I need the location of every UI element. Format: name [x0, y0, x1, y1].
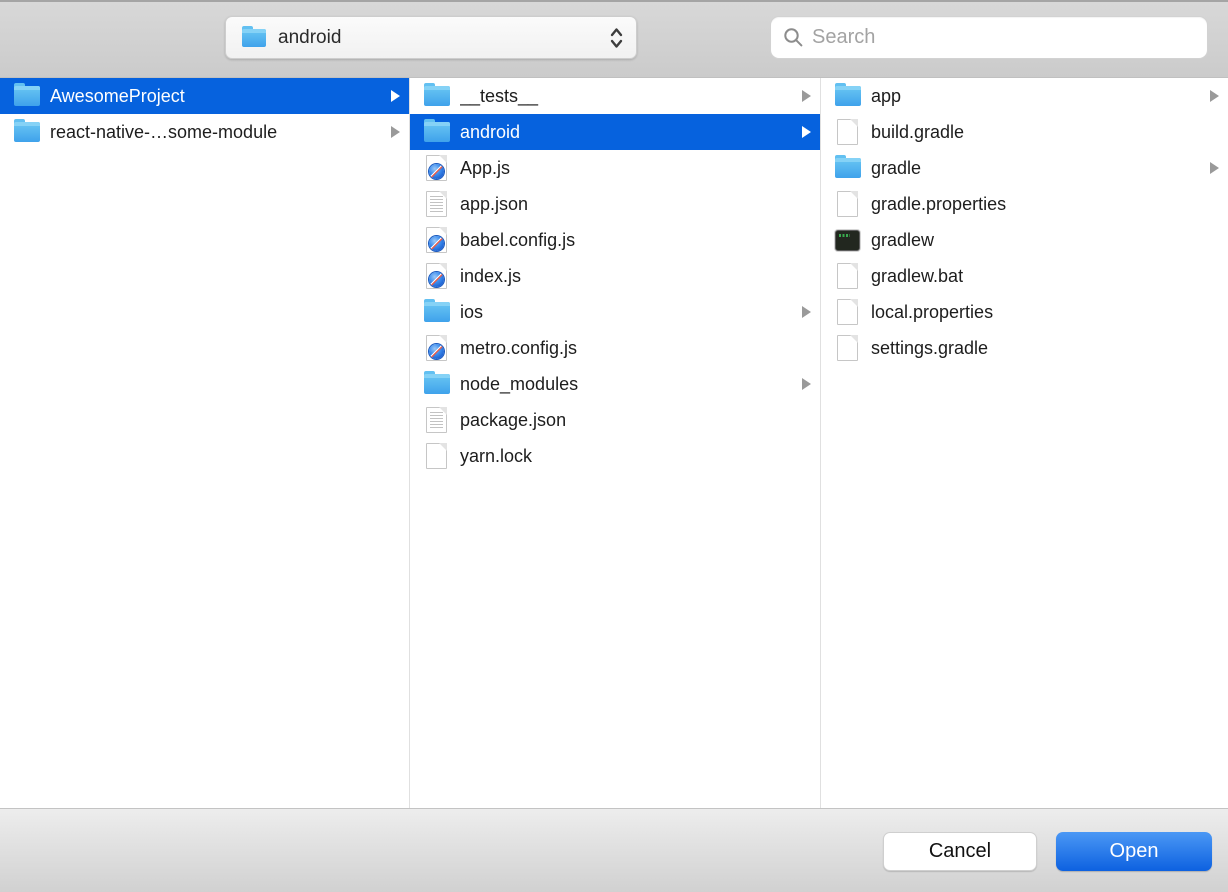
list-item[interactable]: gradle.properties: [821, 186, 1228, 222]
file-name-label: local.properties: [871, 302, 1219, 323]
file-name-label: App.js: [460, 158, 811, 179]
file-name-label: AwesomeProject: [50, 86, 385, 107]
disclosure-triangle-icon: [1210, 162, 1219, 174]
doc-text-icon: [423, 406, 450, 434]
disclosure-triangle-icon: [802, 126, 811, 138]
list-item[interactable]: gradlew.bat: [821, 258, 1228, 294]
file-name-label: gradlew: [871, 230, 1219, 251]
list-item[interactable]: __tests__: [410, 78, 820, 114]
folder-icon: [423, 82, 450, 110]
folder-icon: [240, 24, 267, 52]
list-item[interactable]: App.js: [410, 150, 820, 186]
folder-icon: [423, 370, 450, 398]
doc-text-icon: [423, 190, 450, 218]
file-name-label: app.json: [460, 194, 811, 215]
list-item[interactable]: AwesomeProject: [0, 78, 409, 114]
open-button[interactable]: Open: [1056, 832, 1212, 871]
file-name-label: gradle: [871, 158, 1204, 179]
file-name-label: __tests__: [460, 86, 796, 107]
list-item[interactable]: app.json: [410, 186, 820, 222]
js-icon: [423, 154, 450, 182]
chevron-up-down-icon: [609, 26, 624, 50]
file-name-label: index.js: [460, 266, 811, 287]
doc-blank-icon: [423, 442, 450, 470]
doc-blank-icon: [834, 334, 861, 362]
list-item[interactable]: build.gradle: [821, 114, 1228, 150]
file-name-label: ios: [460, 302, 796, 323]
list-item[interactable]: app: [821, 78, 1228, 114]
search-input[interactable]: [812, 26, 1195, 49]
list-item[interactable]: babel.config.js: [410, 222, 820, 258]
folder-icon: [13, 82, 40, 110]
list-item[interactable]: react-native-…some-module: [0, 114, 409, 150]
search-icon: [783, 27, 804, 48]
disclosure-triangle-icon: [391, 90, 400, 102]
column-browser: AwesomeProjectreact-native-…some-module …: [0, 78, 1228, 808]
dialog-footer: Cancel Open: [0, 808, 1228, 892]
list-item[interactable]: local.properties: [821, 294, 1228, 330]
file-name-label: babel.config.js: [460, 230, 811, 251]
folder-icon: [423, 298, 450, 326]
dialog-toolbar: android: [0, 0, 1228, 78]
file-column-1: AwesomeProject react-native-…some-module: [0, 78, 410, 808]
disclosure-triangle-icon: [1210, 90, 1219, 102]
file-name-label: app: [871, 86, 1204, 107]
doc-blank-icon: [834, 262, 861, 290]
file-name-label: gradlew.bat: [871, 266, 1219, 287]
list-item[interactable]: node_modules: [410, 366, 820, 402]
file-column-3: app build.gradle gradle gradle.properties gr…: [821, 78, 1228, 808]
doc-blank-icon: [834, 118, 861, 146]
disclosure-triangle-icon: [802, 306, 811, 318]
js-icon: [423, 226, 450, 254]
current-folder-label: android: [278, 27, 609, 49]
list-item[interactable]: ios: [410, 294, 820, 330]
open-file-dialog: android AwesomeProject react-native-…some…: [0, 0, 1228, 892]
folder-icon: [423, 118, 450, 146]
js-icon: [423, 262, 450, 290]
doc-blank-icon: [834, 298, 861, 326]
list-item[interactable]: yarn.lock: [410, 438, 820, 474]
list-item[interactable]: gradlew: [821, 222, 1228, 258]
terminal-icon: [834, 226, 861, 254]
folder-icon: [13, 118, 40, 146]
folder-icon: [834, 82, 861, 110]
current-folder-dropdown[interactable]: android: [225, 16, 637, 59]
list-item[interactable]: settings.gradle: [821, 330, 1228, 366]
list-item[interactable]: index.js: [410, 258, 820, 294]
list-item[interactable]: package.json: [410, 402, 820, 438]
file-name-label: android: [460, 122, 796, 143]
file-name-label: node_modules: [460, 374, 796, 395]
file-name-label: package.json: [460, 410, 811, 431]
js-icon: [423, 334, 450, 362]
file-name-label: gradle.properties: [871, 194, 1219, 215]
file-name-label: metro.config.js: [460, 338, 811, 359]
disclosure-triangle-icon: [391, 126, 400, 138]
disclosure-triangle-icon: [802, 378, 811, 390]
doc-blank-icon: [834, 190, 861, 218]
disclosure-triangle-icon: [802, 90, 811, 102]
list-item[interactable]: metro.config.js: [410, 330, 820, 366]
search-field[interactable]: [770, 16, 1208, 59]
folder-icon: [834, 154, 861, 182]
file-name-label: react-native-…some-module: [50, 122, 385, 143]
list-item[interactable]: android: [410, 114, 820, 150]
file-column-2: __tests__android App.js app.json babel.conf…: [410, 78, 821, 808]
file-name-label: yarn.lock: [460, 446, 811, 467]
list-item[interactable]: gradle: [821, 150, 1228, 186]
file-name-label: build.gradle: [871, 122, 1219, 143]
file-name-label: settings.gradle: [871, 338, 1219, 359]
cancel-button[interactable]: Cancel: [883, 832, 1037, 871]
